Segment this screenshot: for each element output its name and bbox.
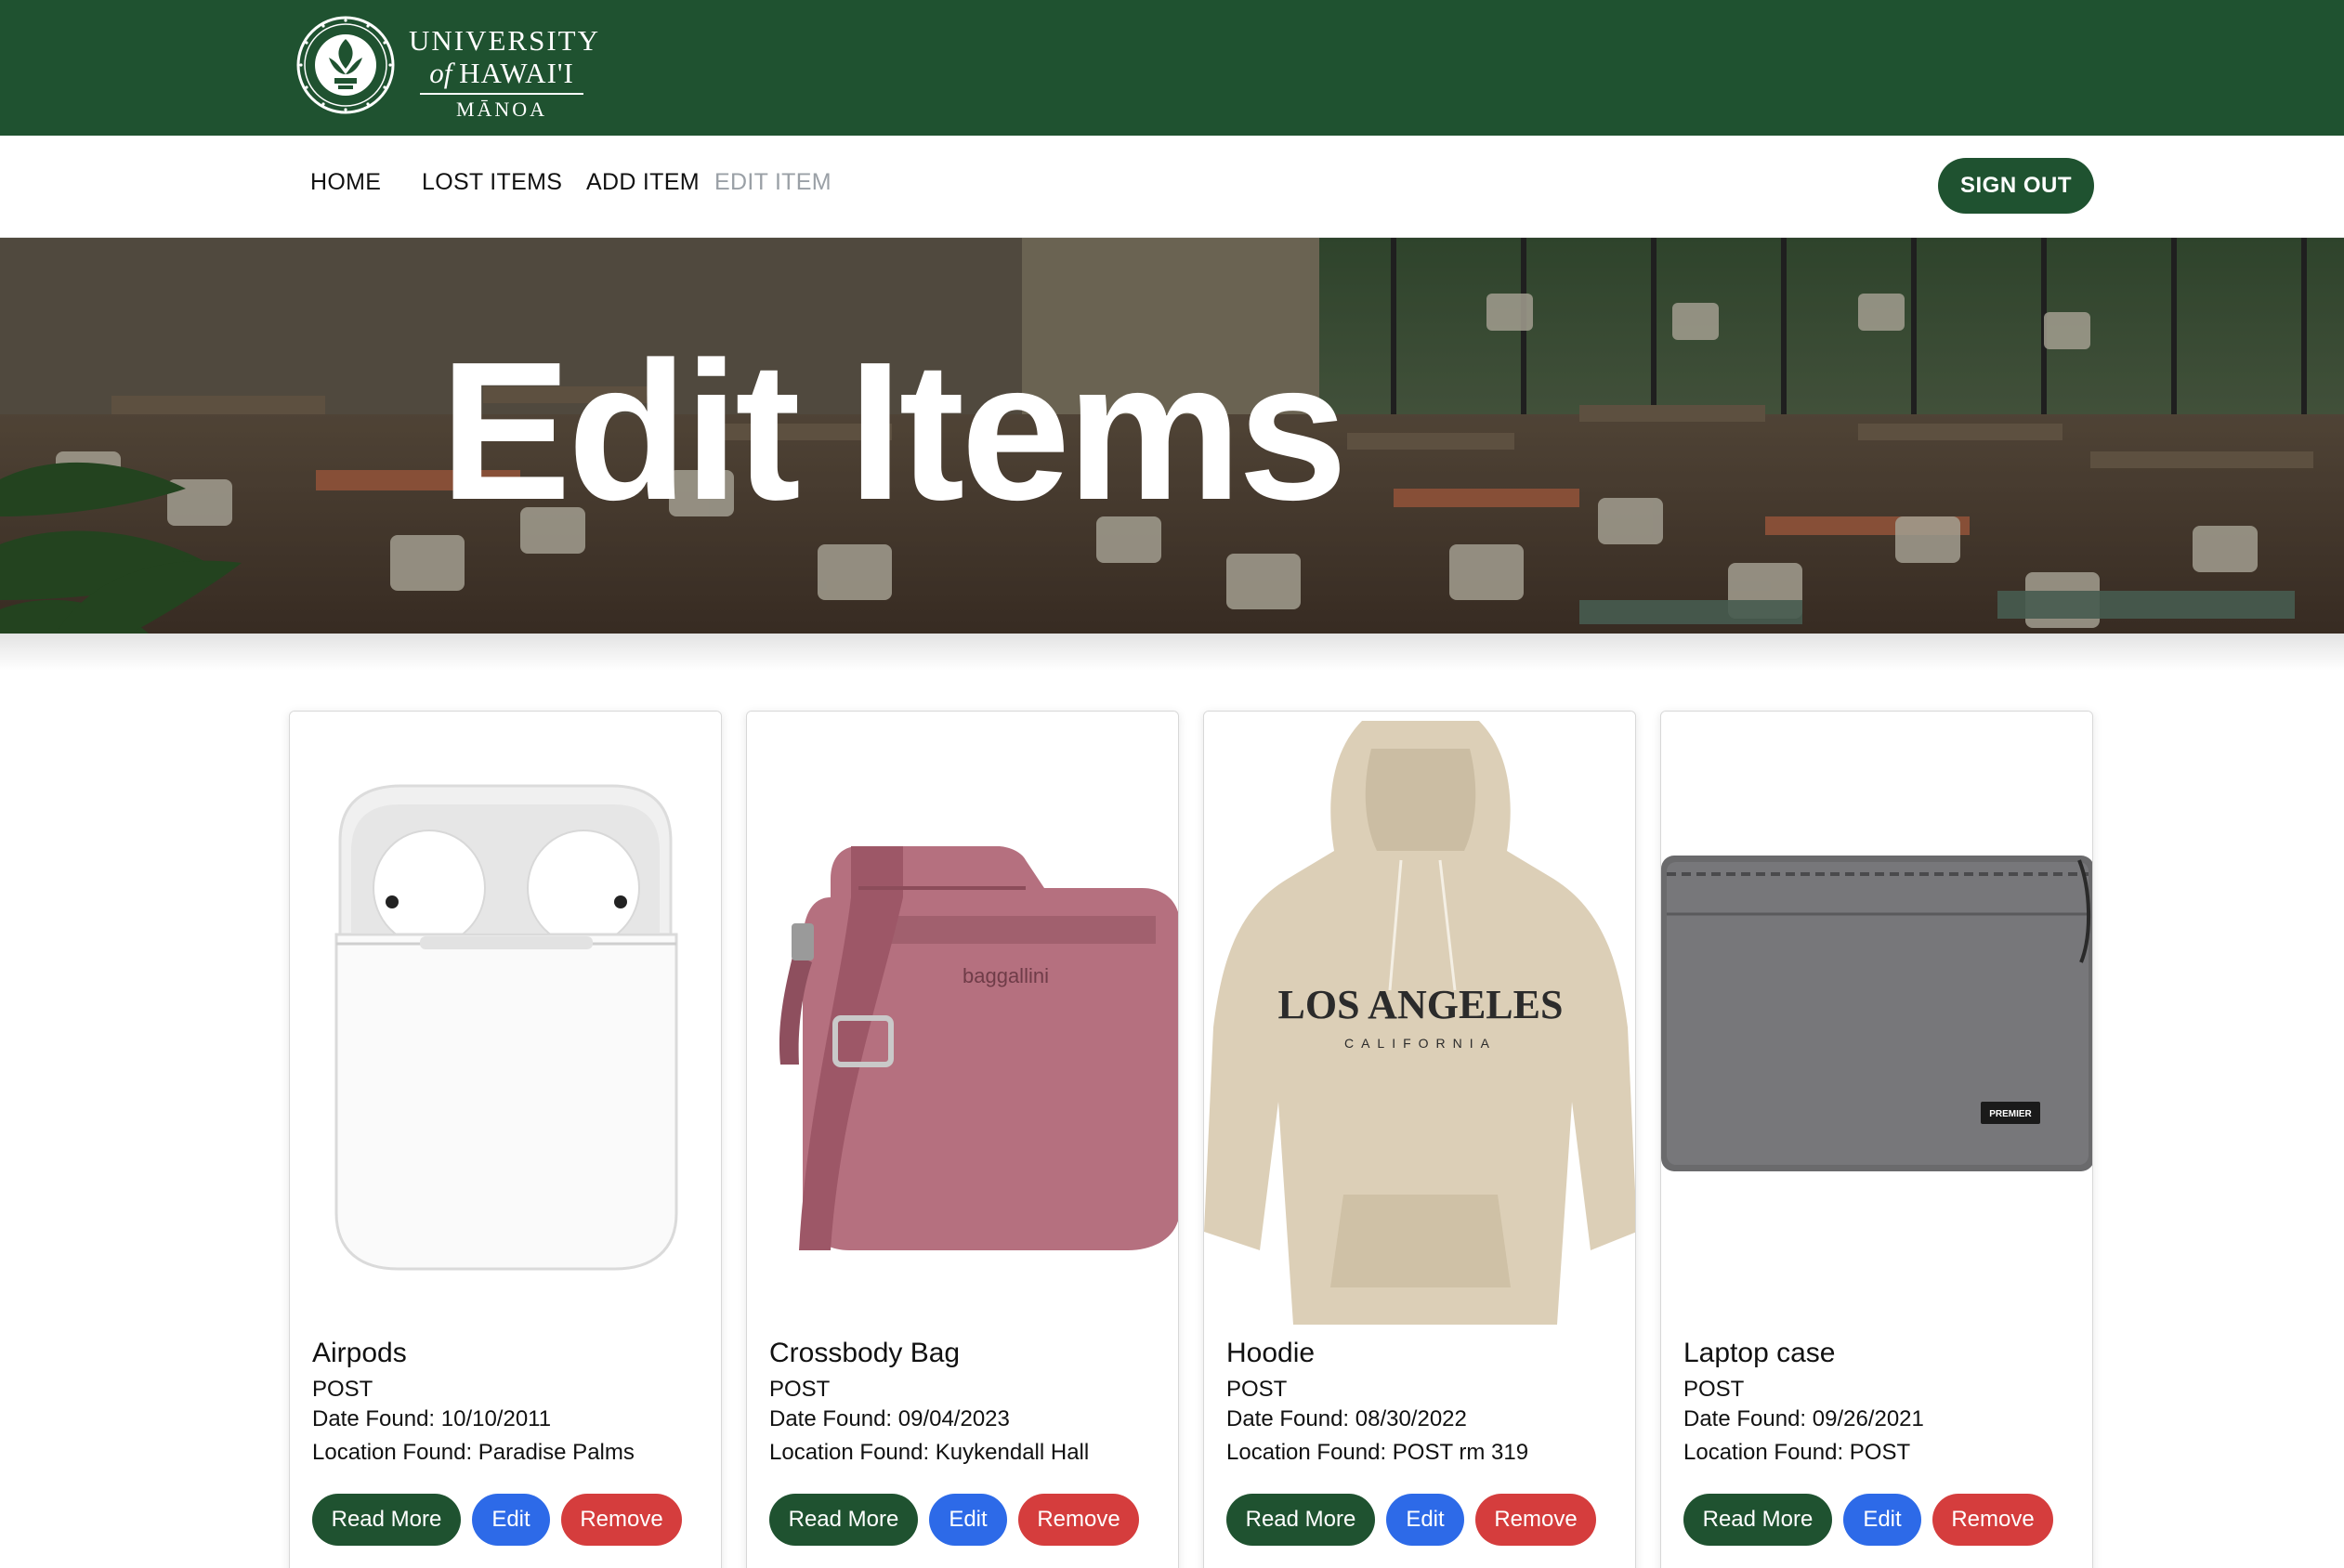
nav-lost-items[interactable]: LOST ITEMS bbox=[422, 169, 562, 196]
card-title: Laptop case bbox=[1683, 1338, 1836, 1368]
read-more-button[interactable]: Read More bbox=[1683, 1494, 1832, 1546]
card-date-found: Date Found: 09/26/2021 bbox=[1683, 1406, 1924, 1431]
card-date-found: Date Found: 10/10/2011 bbox=[312, 1406, 552, 1431]
item-card: LOS ANGELES CALIFORNIA Hoodie POST Date … bbox=[1203, 711, 1636, 1568]
page-title: Edit Items bbox=[439, 320, 1347, 541]
card-title: Airpods bbox=[312, 1338, 407, 1368]
top-header: UNIVERSITY of HAWAI'I MĀNOA bbox=[0, 0, 2344, 136]
read-more-button[interactable]: Read More bbox=[312, 1494, 461, 1546]
logo-line-hawaii: of HAWAI'I bbox=[409, 58, 595, 89]
card-title: Hoodie bbox=[1226, 1338, 1316, 1368]
card-location-found: Location Found: Paradise Palms bbox=[312, 1440, 635, 1465]
logo-of: of bbox=[429, 57, 460, 89]
logo-line-university: UNIVERSITY bbox=[409, 24, 600, 57]
edit-button[interactable]: Edit bbox=[472, 1494, 550, 1546]
sign-out-button[interactable]: SIGN OUT bbox=[1938, 158, 2094, 214]
nav-add-item[interactable]: ADD ITEM bbox=[586, 169, 700, 196]
nav-home[interactable]: HOME bbox=[310, 169, 381, 196]
remove-button[interactable]: Remove bbox=[561, 1494, 682, 1546]
laptop-case-image: PREMIER bbox=[1661, 712, 2092, 1325]
remove-button[interactable]: Remove bbox=[1475, 1494, 1596, 1546]
read-more-button[interactable]: Read More bbox=[769, 1494, 918, 1546]
read-more-button[interactable]: Read More bbox=[1226, 1494, 1375, 1546]
card-title: Crossbody Bag bbox=[769, 1338, 961, 1368]
hoodie-image: LOS ANGELES CALIFORNIA bbox=[1204, 712, 1635, 1325]
card-building: POST bbox=[312, 1377, 373, 1402]
edit-button[interactable]: Edit bbox=[1843, 1494, 1921, 1546]
nav-edit-item: EDIT ITEM bbox=[714, 169, 832, 195]
logo-line-manoa: MĀNOA bbox=[455, 98, 548, 121]
card-building: POST bbox=[1683, 1377, 1745, 1402]
card-building: POST bbox=[1226, 1377, 1288, 1402]
airpods-image bbox=[290, 712, 721, 1325]
card-location-found: Location Found: POST rm 319 bbox=[1226, 1440, 1529, 1465]
case-brand-text: PREMIER bbox=[1989, 1109, 2032, 1119]
logo-hawaii: HAWAI'I bbox=[459, 57, 574, 89]
item-card: PREMIER Laptop case POST Date Found: 09/… bbox=[1660, 711, 2093, 1568]
remove-button[interactable]: Remove bbox=[1932, 1494, 2053, 1546]
card-building: POST bbox=[769, 1377, 831, 1402]
hoodie-print-subtext: CALIFORNIA bbox=[1344, 1036, 1497, 1051]
logo-wordmark: UNIVERSITY of HAWAI'I MĀNOA bbox=[409, 24, 600, 121]
card-date-found: Date Found: 09/04/2023 bbox=[769, 1406, 1010, 1431]
bag-image: baggallini bbox=[747, 712, 1178, 1325]
uh-manoa-logo[interactable]: UNIVERSITY of HAWAI'I MĀNOA bbox=[295, 13, 600, 121]
navbar: HOME LOST ITEMS ADD ITEM EDIT ITEM SIGN … bbox=[0, 136, 2344, 238]
item-card: Airpods POST Date Found: 10/10/2011 Loca… bbox=[289, 711, 722, 1568]
item-card: baggallini Crossbody Bag POST Date Found… bbox=[746, 711, 1179, 1568]
logo-divider bbox=[420, 93, 583, 95]
hoodie-print-text: LOS ANGELES bbox=[1278, 982, 1564, 1027]
card-location-found: Location Found: Kuykendall Hall bbox=[769, 1440, 1090, 1465]
bag-brand-text: baggallini bbox=[962, 964, 1049, 987]
card-date-found: Date Found: 08/30/2022 bbox=[1226, 1406, 1467, 1431]
edit-button[interactable]: Edit bbox=[929, 1494, 1007, 1546]
edit-button[interactable]: Edit bbox=[1386, 1494, 1464, 1546]
hero-banner: Edit Items bbox=[0, 238, 2344, 634]
card-location-found: Location Found: POST bbox=[1683, 1440, 1911, 1465]
remove-button[interactable]: Remove bbox=[1018, 1494, 1139, 1546]
hero-shadow bbox=[0, 634, 2344, 671]
university-seal-icon bbox=[296, 16, 395, 114]
